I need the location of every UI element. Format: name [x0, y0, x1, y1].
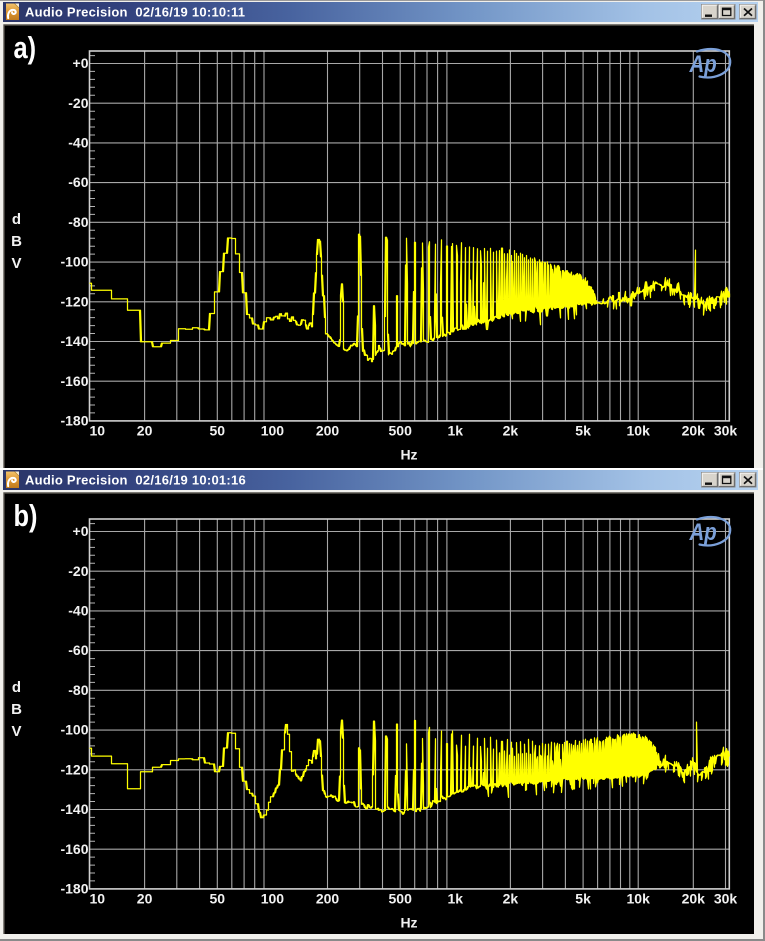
- svg-text:10k: 10k: [627, 423, 651, 439]
- svg-text:-40: -40: [68, 135, 88, 151]
- svg-text:10: 10: [90, 423, 106, 439]
- svg-text:20: 20: [137, 423, 153, 439]
- svg-text:500: 500: [389, 891, 413, 907]
- svg-text:50: 50: [210, 891, 226, 907]
- svg-text:-180: -180: [60, 413, 88, 429]
- svg-text:100: 100: [261, 891, 285, 907]
- svg-text:+0: +0: [73, 55, 89, 71]
- svg-text:-160: -160: [60, 841, 88, 857]
- svg-text:2k: 2k: [503, 891, 519, 907]
- svg-text:+0: +0: [73, 523, 89, 539]
- svg-text:-140: -140: [60, 333, 88, 349]
- svg-text:Audio Precision 02/16/19 10:0: Audio Precision 02/16/19 10:01:16: [25, 473, 246, 488]
- svg-text:V: V: [11, 723, 21, 740]
- svg-text:a): a): [14, 31, 37, 66]
- svg-text:-20: -20: [68, 95, 88, 111]
- svg-text:-20: -20: [68, 563, 88, 579]
- svg-text:-60: -60: [68, 174, 88, 190]
- svg-text:-120: -120: [60, 293, 88, 309]
- svg-text:V: V: [11, 255, 21, 272]
- svg-text:50: 50: [210, 423, 226, 439]
- svg-text:-100: -100: [60, 722, 88, 738]
- svg-text:20k: 20k: [682, 891, 706, 907]
- svg-text:-40: -40: [68, 603, 88, 619]
- svg-text:-180: -180: [60, 881, 88, 897]
- svg-text:Ap: Ap: [689, 518, 717, 545]
- svg-text:Hz: Hz: [400, 915, 417, 931]
- svg-text:-140: -140: [60, 801, 88, 817]
- svg-text:-80: -80: [68, 214, 88, 230]
- svg-text:-60: -60: [68, 642, 88, 658]
- svg-text:100: 100: [261, 423, 285, 439]
- svg-text:10: 10: [90, 891, 106, 907]
- svg-text:1k: 1k: [448, 423, 464, 439]
- svg-text:20: 20: [137, 891, 153, 907]
- svg-text:-100: -100: [60, 254, 88, 270]
- svg-text:1k: 1k: [448, 891, 464, 907]
- svg-text:5k: 5k: [575, 891, 591, 907]
- svg-text:b): b): [14, 499, 38, 534]
- svg-text:B: B: [11, 233, 22, 250]
- svg-text:-160: -160: [60, 373, 88, 389]
- svg-text:500: 500: [389, 423, 413, 439]
- svg-text:-80: -80: [68, 682, 88, 698]
- svg-text:30k: 30k: [714, 891, 738, 907]
- svg-text:Hz: Hz: [400, 447, 417, 463]
- svg-text:20k: 20k: [682, 423, 706, 439]
- svg-text:10k: 10k: [627, 891, 651, 907]
- svg-text:30k: 30k: [714, 423, 738, 439]
- svg-text:2k: 2k: [503, 423, 519, 439]
- svg-text:Audio Precision 02/16/19 10:1: Audio Precision 02/16/19 10:10:11: [25, 5, 245, 20]
- svg-text:B: B: [11, 701, 22, 718]
- svg-text:5k: 5k: [575, 423, 591, 439]
- svg-text:-120: -120: [60, 761, 88, 777]
- svg-text:Ap: Ap: [689, 50, 717, 77]
- svg-text:d: d: [12, 679, 21, 696]
- svg-text:200: 200: [316, 891, 340, 907]
- svg-text:200: 200: [316, 423, 340, 439]
- svg-text:d: d: [12, 211, 21, 228]
